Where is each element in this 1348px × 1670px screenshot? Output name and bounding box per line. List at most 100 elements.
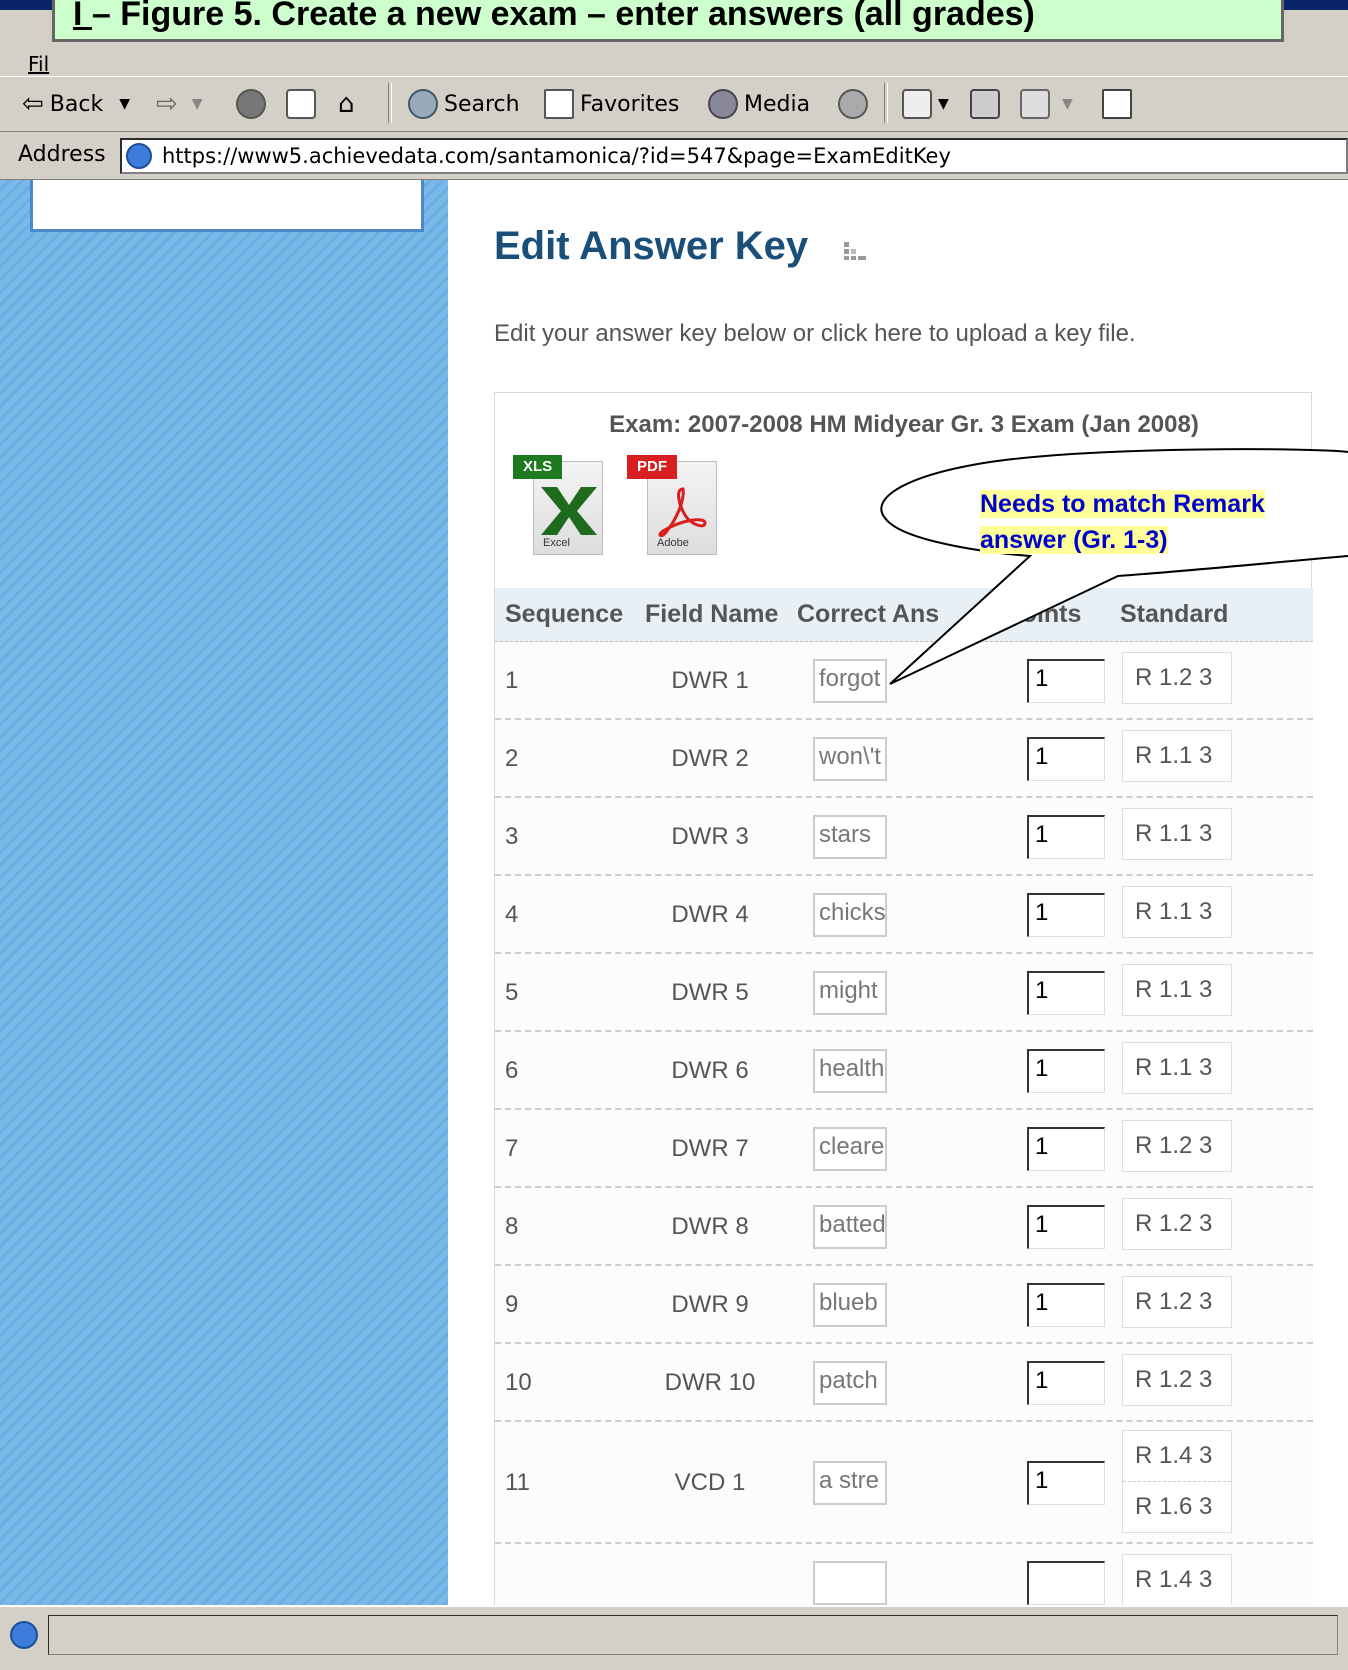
- print-button[interactable]: [970, 89, 1000, 119]
- chevron-down-icon[interactable]: ▼: [938, 96, 949, 112]
- points-input[interactable]: [1027, 1561, 1105, 1605]
- stop-icon: [236, 89, 266, 119]
- correct-answer-input[interactable]: batted: [813, 1205, 887, 1249]
- back-arrow-icon: ⇦: [22, 89, 44, 119]
- correct-answer-input[interactable]: might: [813, 971, 887, 1015]
- points-input[interactable]: 1: [1027, 1205, 1105, 1249]
- field-name-cell: DWR 6: [671, 1057, 749, 1084]
- points-input[interactable]: 1: [1027, 971, 1105, 1015]
- media-button[interactable]: Media: [708, 89, 810, 119]
- figure-caption: I – Figure 5. Create a new exam – enter …: [52, 0, 1284, 42]
- standard-code: R 1.6 3: [1123, 1481, 1231, 1532]
- correct-answer-input[interactable]: a stre: [813, 1461, 887, 1505]
- correct-answer-input[interactable]: chicks: [813, 893, 887, 937]
- standard-box[interactable]: R 1.1 3: [1122, 730, 1232, 782]
- callout-line-2: answer (Gr. 1-3): [980, 526, 1168, 554]
- field-name-cell: DWR 3: [671, 823, 749, 850]
- status-text-well: [48, 1615, 1338, 1655]
- field-name-cell: DWR 9: [671, 1291, 749, 1318]
- ie-page-icon: [126, 143, 152, 169]
- status-bar: [0, 1605, 1348, 1670]
- correct-answer-input[interactable]: cleared: [813, 1127, 887, 1171]
- standard-code: R 1.1 3: [1135, 898, 1213, 925]
- chevron-down-icon[interactable]: ▼: [1062, 96, 1073, 112]
- standard-box[interactable]: R 1.4 3: [1122, 1554, 1232, 1605]
- edit-button[interactable]: ▼: [1020, 89, 1073, 119]
- standard-box[interactable]: R 1.2 3: [1122, 1354, 1232, 1406]
- points-input[interactable]: 1: [1027, 1127, 1105, 1171]
- stop-button[interactable]: [236, 89, 266, 119]
- sequence-cell: 10: [505, 1369, 532, 1396]
- points-input[interactable]: 1: [1027, 659, 1105, 703]
- mail-icon: [902, 89, 932, 119]
- sequence-cell: 6: [505, 1057, 519, 1084]
- points-input[interactable]: 1: [1027, 737, 1105, 781]
- callout-text: Needs to match Remark answer (Gr. 1-3): [980, 486, 1348, 558]
- standard-box[interactable]: R 1.1 3: [1122, 1042, 1232, 1094]
- chevron-down-icon[interactable]: ▼: [119, 96, 130, 112]
- media-label: Media: [744, 91, 811, 117]
- standard-box[interactable]: R 1.1 3: [1122, 886, 1232, 938]
- table-row: 1 DWR 1 forgot 1 R 1.2 3: [495, 642, 1313, 720]
- standard-box[interactable]: R 1.2 3: [1122, 1198, 1232, 1250]
- field-name-cell: DWR 1: [671, 667, 749, 694]
- standard-box[interactable]: R 1.2 3: [1122, 1276, 1232, 1328]
- table-row: 6 DWR 6 health 1 R 1.1 3: [495, 1032, 1313, 1110]
- search-label: Search: [444, 91, 520, 117]
- refresh-icon: [286, 89, 316, 119]
- main-content: Edit Answer Key Edit your answer key bel…: [448, 180, 1348, 1605]
- sequence-cell: 2: [505, 745, 519, 772]
- standard-box[interactable]: R 1.2 3: [1122, 1120, 1232, 1172]
- search-button[interactable]: Search: [408, 89, 520, 119]
- discuss-button[interactable]: [1102, 89, 1132, 119]
- standard-box[interactable]: R 1.4 3 R 1.6 3: [1122, 1430, 1232, 1533]
- correct-answer-input[interactable]: health: [813, 1049, 887, 1093]
- adobe-label: Adobe: [657, 537, 689, 549]
- favorites-button[interactable]: Favorites: [544, 89, 679, 119]
- col-sequence: Sequence: [505, 600, 624, 628]
- points-input[interactable]: 1: [1027, 1461, 1105, 1505]
- correct-answer-input[interactable]: stars: [813, 815, 887, 859]
- points-input[interactable]: 1: [1027, 1283, 1105, 1327]
- back-button[interactable]: ⇦ Back ▼: [22, 89, 130, 119]
- correct-answer-input[interactable]: [813, 1561, 887, 1605]
- points-input[interactable]: 1: [1027, 893, 1105, 937]
- correct-answer-input[interactable]: forgot: [813, 659, 887, 703]
- sequence-cell: 11: [505, 1469, 530, 1496]
- refresh-button[interactable]: [286, 89, 316, 119]
- history-button[interactable]: [838, 89, 868, 119]
- favorites-label: Favorites: [580, 91, 680, 117]
- standard-box[interactable]: R 1.1 3: [1122, 808, 1232, 860]
- standard-code: R 1.2 3: [1135, 664, 1213, 691]
- pdf-download-icon[interactable]: PDF Adobe: [627, 455, 717, 555]
- correct-answer-input[interactable]: patch: [813, 1361, 887, 1405]
- points-input[interactable]: 1: [1027, 1361, 1105, 1405]
- sequence-cell: 3: [505, 823, 519, 850]
- chevron-down-icon[interactable]: ▼: [192, 96, 203, 112]
- address-field[interactable]: https://www5.achievedata.com/santamonica…: [120, 138, 1348, 174]
- back-label: Back: [49, 91, 104, 117]
- menu-file[interactable]: Fil: [28, 52, 49, 76]
- table-row: 10 DWR 10 patch 1 R 1.2 3: [495, 1344, 1313, 1422]
- answer-key-panel: Exam: 2007-2008 HM Midyear Gr. 3 Exam (J…: [494, 392, 1313, 1605]
- forward-button[interactable]: ⇨ ▼: [156, 89, 203, 119]
- address-url[interactable]: https://www5.achievedata.com/santamonica…: [162, 144, 951, 168]
- excel-download-icon[interactable]: XLS Excel: [513, 455, 603, 555]
- col-correct-answer: Correct Ans: [797, 600, 940, 628]
- correct-answer-input[interactable]: won\'t: [813, 737, 887, 781]
- home-button[interactable]: ⌂: [338, 89, 355, 119]
- col-points: Points: [1005, 600, 1082, 628]
- standard-code: R 1.4 3: [1135, 1566, 1213, 1593]
- correct-answer-input[interactable]: blueb: [813, 1283, 887, 1327]
- field-name-cell: DWR 8: [671, 1213, 749, 1240]
- web-page: Edit Answer Key Edit your answer key bel…: [0, 180, 1348, 1605]
- standard-box[interactable]: R 1.1 3: [1122, 964, 1232, 1016]
- points-input[interactable]: 1: [1027, 815, 1105, 859]
- table-row: 5 DWR 5 might 1 R 1.1 3: [495, 954, 1313, 1032]
- points-input[interactable]: 1: [1027, 1049, 1105, 1093]
- standard-box[interactable]: R 1.2 3: [1122, 652, 1232, 704]
- mail-button[interactable]: ▼: [902, 89, 949, 119]
- history-icon: [838, 89, 868, 119]
- sidebar-box: [30, 180, 424, 232]
- standard-code: R 1.2 3: [1135, 1288, 1213, 1315]
